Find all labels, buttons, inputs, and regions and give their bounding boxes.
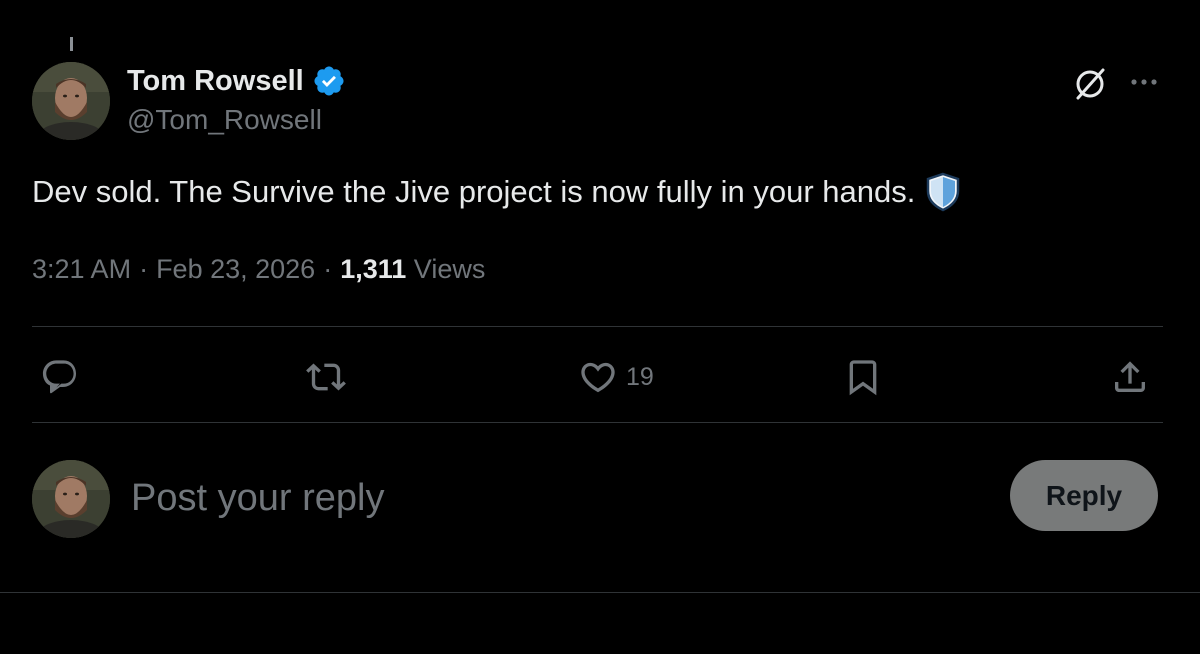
avatar-image	[32, 460, 110, 538]
post-meta: 3:21 AM · Feb 23, 2026 · 1,311 Views	[32, 254, 485, 285]
like-count: 19	[626, 362, 654, 391]
post-body: Dev sold. The Survive the Jive project i…	[32, 174, 916, 209]
repost-action[interactable]	[306, 355, 346, 399]
author-avatar[interactable]	[32, 62, 110, 140]
author-name-text: Tom Rowsell	[127, 64, 304, 97]
shield-icon	[927, 172, 960, 212]
views-label: Views	[413, 254, 486, 284]
share-action[interactable]	[1110, 355, 1150, 399]
repost-icon	[306, 363, 346, 391]
share-icon	[1115, 361, 1145, 392]
views-count: 1,311	[340, 254, 407, 284]
post-text: Dev sold. The Survive the Jive project i…	[32, 172, 961, 212]
reply-icon	[42, 360, 77, 394]
reply-button[interactable]: Reply	[1010, 460, 1158, 531]
bookmark-action[interactable]	[843, 355, 883, 399]
avatar-image	[32, 62, 110, 140]
meta-separator: ·	[139, 254, 149, 284]
grok-icon[interactable]	[1070, 64, 1110, 104]
bottom-divider	[0, 592, 1200, 593]
divider	[32, 422, 1163, 423]
author-handle[interactable]: @Tom_Rowsell	[127, 104, 322, 136]
author-name[interactable]: Tom Rowsell	[127, 64, 346, 98]
bookmark-icon	[849, 360, 877, 396]
thread-connector-line	[70, 37, 73, 51]
meta-separator: ·	[323, 254, 333, 284]
heart-icon	[581, 362, 615, 393]
divider	[32, 326, 1163, 327]
like-action[interactable]: 19	[578, 355, 654, 399]
more-horizontal-icon[interactable]	[1124, 68, 1164, 96]
post-time[interactable]: 3:21 AM	[32, 254, 131, 284]
current-user-avatar[interactable]	[32, 460, 110, 538]
verified-badge-icon[interactable]	[312, 64, 346, 98]
reply-input[interactable]	[131, 470, 971, 526]
reply-action[interactable]	[40, 355, 80, 399]
post-date[interactable]: Feb 23, 2026	[156, 254, 315, 284]
